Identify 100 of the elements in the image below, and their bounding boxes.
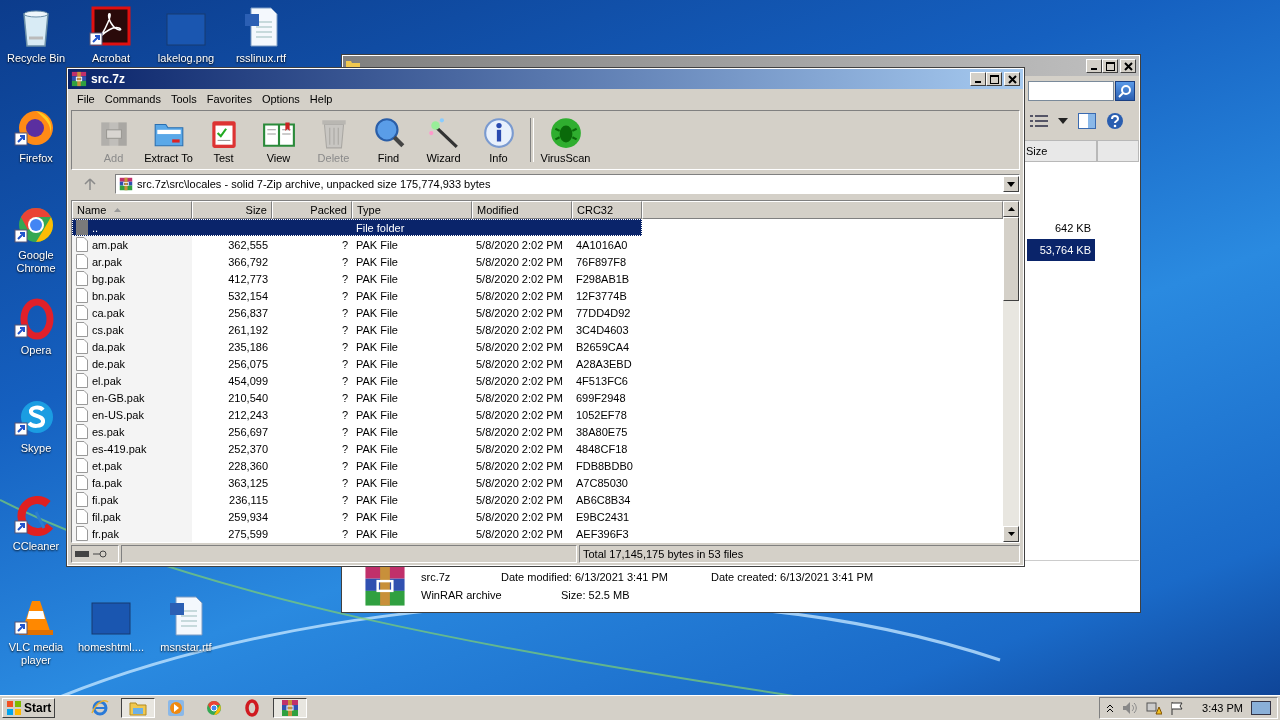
icon-label[interactable]: homeshtml.... xyxy=(78,641,144,654)
cell-text: ? xyxy=(341,272,348,285)
drive-icon xyxy=(75,551,89,557)
cell-text: en-GB.pak xyxy=(92,391,145,404)
show-desktop-icon[interactable] xyxy=(1251,701,1271,715)
flag-icon[interactable] xyxy=(1170,701,1185,715)
cell-text: 210,540 xyxy=(228,391,268,404)
icon-label[interactable]: CCleaner xyxy=(12,540,60,553)
archive-icon xyxy=(71,71,87,87)
file-size: Size: 52.5 MB xyxy=(560,589,631,601)
file-row[interactable]: fi.pak 236,115 ? PAK File 5/8/2020 2:02 PM AB6C8B34 xyxy=(72,491,642,508)
menu-item[interactable]: Commands xyxy=(99,92,166,105)
file-row[interactable]: en-US.pak 212,243 ? PAK File 5/8/2020 2:02 PM 1052EF78 xyxy=(72,406,642,423)
icon-label[interactable]: Google Chrome xyxy=(3,249,69,275)
cell-text: 4F513FC6 xyxy=(576,374,628,387)
file-row[interactable]: am.pak 362,555 ? PAK File 5/8/2020 2:02 PM 4A1016A0 xyxy=(72,236,642,253)
caret-icon xyxy=(1007,181,1015,187)
dropdown-button[interactable] xyxy=(1003,176,1019,192)
file-row[interactable]: ar.pak 366,792 ? PAK File 5/8/2020 2:02 PM 76F897F8 xyxy=(72,253,642,270)
toolbar-button[interactable]: Info xyxy=(471,116,526,164)
icon-label[interactable]: rsslinux.rtf xyxy=(235,52,287,65)
file-size[interactable]: 642 KB xyxy=(1027,217,1095,239)
icon-label[interactable]: lakelog.png xyxy=(157,52,215,65)
icon-label[interactable]: msnstar.rtf xyxy=(160,641,212,654)
file-name: src.7z xyxy=(421,571,452,583)
maximize-button[interactable] xyxy=(1102,59,1118,73)
column-header[interactable]: Type xyxy=(352,201,472,219)
menu-item[interactable]: Favorites xyxy=(201,92,257,105)
menu-item[interactable]: Options xyxy=(256,92,305,105)
file-row[interactable]: ca.pak 256,837 ? PAK File 5/8/2020 2:02 PM 77DD4D92 xyxy=(72,304,642,321)
column-header[interactable]: Size xyxy=(1022,140,1097,162)
toolbar-button[interactable]: View xyxy=(251,116,306,164)
scroll-up-button[interactable] xyxy=(1003,201,1019,217)
cell-text: PAK File xyxy=(356,459,398,472)
file-row[interactable]: .. File folder xyxy=(72,219,642,236)
cell-text: PAK File xyxy=(356,323,398,336)
file-row[interactable]: es.pak 256,697 ? PAK File 5/8/2020 2:02 PM 38A80E75 xyxy=(72,423,642,440)
preview-pane-icon[interactable] xyxy=(1078,113,1096,129)
file-row[interactable]: es-419.pak 252,370 ? PAK File 5/8/2020 2:02 PM 4848CF18 xyxy=(72,440,642,457)
column-header[interactable]: CRC32 xyxy=(572,201,642,219)
path-field[interactable]: src.7z\src\locales - solid 7-Zip archive, unpacked size 175,774,933 bytes xyxy=(115,174,1020,194)
minimize-button[interactable] xyxy=(1086,59,1102,73)
file-row[interactable]: fr.pak 275,599 ? PAK File 5/8/2020 2:02 PM AEF396F3 xyxy=(72,525,642,542)
scroll-down-button[interactable] xyxy=(1003,526,1019,542)
maximize-icon xyxy=(989,74,999,84)
minimize-button[interactable] xyxy=(970,72,986,86)
search-button[interactable] xyxy=(1115,81,1135,101)
cell-text: 363,125 xyxy=(228,476,268,489)
icon-label[interactable]: Recycle Bin xyxy=(6,52,66,65)
cell-text: ? xyxy=(341,255,348,268)
file-row[interactable]: et.pak 228,360 ? PAK File 5/8/2020 2:02 PM FDB8BDB0 xyxy=(72,457,642,474)
toolbar-button[interactable]: Find xyxy=(361,116,416,164)
file-row[interactable]: fil.pak 259,934 ? PAK File 5/8/2020 2:02 PM E9BC2431 xyxy=(72,508,642,525)
clock[interactable]: 3:43 PM xyxy=(1202,702,1243,714)
column-header[interactable]: Size xyxy=(192,201,272,219)
icon-label[interactable]: Skype xyxy=(20,442,52,455)
search-field[interactable] xyxy=(1028,81,1114,101)
toolbar-button[interactable]: VirusScan xyxy=(538,116,593,164)
file-row[interactable]: da.pak 235,186 ? PAK File 5/8/2020 2:02 PM B2659CA4 xyxy=(72,338,642,355)
taskbar-button[interactable] xyxy=(273,698,308,718)
file-size[interactable]: 53,764 KB xyxy=(1027,239,1095,261)
cell-text: bg.pak xyxy=(92,272,126,285)
icon-label[interactable]: Firefox xyxy=(19,152,53,165)
cell-text: 5/8/2020 2:02 PM xyxy=(476,425,563,438)
file-row[interactable]: de.pak 256,075 ? PAK File 5/8/2020 2:02 PM A28A3EBD xyxy=(72,355,642,372)
close-button[interactable] xyxy=(1120,59,1136,73)
cell-text: es-419.pak xyxy=(92,442,147,455)
toolbar-button[interactable]: Extract To xyxy=(141,116,196,164)
menu-item[interactable]: Tools xyxy=(166,92,202,105)
file-row[interactable]: cs.pak 261,192 ? PAK File 5/8/2020 2:02 PM 3C4D4603 xyxy=(72,321,642,338)
network-icon[interactable] xyxy=(1146,701,1163,715)
cell-text: 256,697 xyxy=(228,425,268,438)
file-row[interactable]: fa.pak 363,125 ? PAK File 5/8/2020 2:02 PM A7C85030 xyxy=(72,474,642,491)
column-header[interactable]: Name xyxy=(72,201,192,219)
menu-item[interactable]: File xyxy=(72,92,100,105)
cell-text: 3C4D4603 xyxy=(576,323,629,336)
close-button[interactable] xyxy=(1004,72,1020,86)
cell-text: 5/8/2020 2:02 PM xyxy=(476,476,563,489)
help-icon[interactable] xyxy=(1106,112,1124,130)
cell-text: FDB8BDB0 xyxy=(576,459,633,472)
taskbar-button[interactable] xyxy=(121,698,156,718)
file-row[interactable]: bn.pak 532,154 ? PAK File 5/8/2020 2:02 PM 12F3774B xyxy=(72,287,642,304)
icon-label[interactable]: VLC media player xyxy=(3,641,69,667)
icon-label[interactable]: Acrobat xyxy=(92,52,130,65)
chevron-up-icon[interactable] xyxy=(1106,703,1115,713)
scrollbar-thumb[interactable] xyxy=(1003,217,1019,301)
cell-text: 259,934 xyxy=(228,510,268,523)
column-header[interactable]: Modified xyxy=(472,201,572,219)
file-row[interactable]: el.pak 454,099 ? PAK File 5/8/2020 2:02 PM 4F513FC6 xyxy=(72,372,642,389)
column-header[interactable]: Packed xyxy=(272,201,352,219)
toolbar-button[interactable]: Wizard xyxy=(416,116,471,164)
dropdown-arrow-icon[interactable] xyxy=(1058,118,1068,124)
view-list-icon[interactable] xyxy=(1030,114,1048,128)
start-button[interactable]: Start xyxy=(2,698,56,718)
file-row[interactable]: bg.pak 412,773 ? PAK File 5/8/2020 2:02 PM F298AB1B xyxy=(72,270,642,287)
icon-label[interactable]: Opera xyxy=(20,344,52,357)
toolbar-button[interactable]: Test xyxy=(196,116,251,164)
maximize-button[interactable] xyxy=(986,72,1002,86)
file-row[interactable]: en-GB.pak 210,540 ? PAK File 5/8/2020 2:02 PM 699F2948 xyxy=(72,389,642,406)
menu-item[interactable]: Help xyxy=(304,92,338,105)
